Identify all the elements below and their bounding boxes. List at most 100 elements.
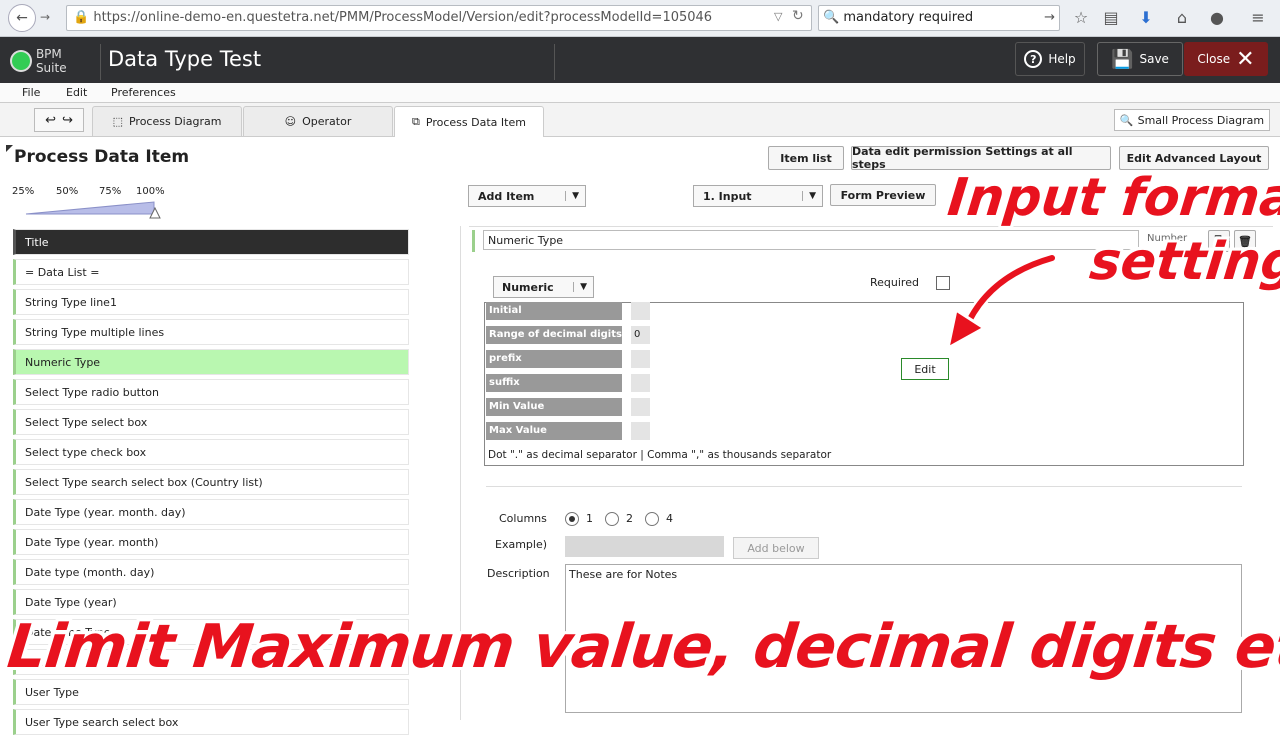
- menu-file[interactable]: File: [22, 86, 40, 99]
- clipboard-icon[interactable]: ▤: [1101, 8, 1121, 28]
- save-button[interactable]: 💾 Save: [1097, 42, 1183, 76]
- chevron-down-icon: ▼: [573, 282, 593, 292]
- column-radio-2[interactable]: [605, 512, 619, 526]
- reload-icon[interactable]: ↻: [792, 8, 804, 24]
- help-button[interactable]: ? Help: [1015, 42, 1085, 76]
- lock-icon: 🔒: [73, 10, 90, 25]
- format-row-value: [631, 398, 650, 416]
- hamburger-menu-icon[interactable]: ≡: [1248, 8, 1268, 28]
- list-item[interactable]: User Type search select box: [13, 709, 409, 735]
- format-row-label: Initial: [486, 302, 622, 320]
- chevron-down-icon: ▼: [565, 191, 585, 201]
- tab-process-diagram[interactable]: ⬚ Process Diagram: [92, 106, 242, 136]
- advanced-layout-button[interactable]: Edit Advanced Layout: [1119, 146, 1269, 170]
- item-list-button[interactable]: Item list: [768, 146, 844, 170]
- add-item-label: Add Item: [478, 189, 535, 203]
- example-field: [565, 536, 724, 557]
- home-icon[interactable]: ⌂: [1172, 8, 1192, 28]
- overlay-bottom-text: Limit Maximum value, decimal digits etc.: [4, 612, 1280, 682]
- overlay-text-2: setting: [1086, 232, 1280, 292]
- star-icon[interactable]: ☆: [1071, 8, 1091, 28]
- url-field[interactable]: 🔒 https://online-demo-en.questetra.net/P…: [66, 5, 812, 31]
- chat-icon[interactable]: ●: [1207, 8, 1227, 28]
- data-item-icon: ⧉: [412, 115, 420, 128]
- format-row-value: 0: [631, 326, 650, 344]
- search-input[interactable]: 🔍 mandatory required →: [818, 5, 1060, 31]
- format-row-value: [631, 350, 650, 368]
- menu-edit[interactable]: Edit: [66, 86, 87, 99]
- list-item[interactable]: String Type multiple lines: [13, 319, 409, 345]
- tab-process-data-item[interactable]: ⧉ Process Data Item: [394, 106, 544, 137]
- menubar: [0, 83, 1280, 103]
- edit-button[interactable]: Edit: [901, 358, 949, 380]
- dropdown-icon[interactable]: ▽: [774, 10, 782, 23]
- go-icon[interactable]: →: [1044, 6, 1055, 30]
- diagram-icon: ⬚: [112, 115, 123, 128]
- section-title: Process Data Item: [14, 147, 190, 167]
- small-diagram-button[interactable]: 🔍 Small Process Diagram: [1114, 109, 1270, 131]
- list-item[interactable]: Select type check box: [13, 439, 409, 465]
- list-item[interactable]: = Data List =: [13, 259, 409, 285]
- form-preview-button[interactable]: Form Preview: [830, 184, 936, 206]
- add-item-dropdown[interactable]: Add Item ▼: [468, 185, 586, 207]
- description-label: Description: [487, 567, 550, 580]
- zoom-75[interactable]: 75%: [99, 186, 121, 197]
- zoom-slider[interactable]: [24, 200, 164, 220]
- item-name-input[interactable]: Numeric Type: [483, 230, 1139, 250]
- zoom-50[interactable]: 50%: [56, 186, 78, 197]
- user-icon: ☺: [284, 115, 297, 128]
- list-item[interactable]: String Type line1: [13, 289, 409, 315]
- header-divider: [554, 44, 555, 80]
- help-icon: ?: [1024, 50, 1043, 68]
- corner-marker: [6, 145, 13, 152]
- column-option-4: 4: [666, 512, 673, 525]
- format-row-label: suffix: [486, 374, 622, 392]
- chevron-down-icon: ▼: [802, 191, 822, 201]
- data-type-dropdown[interactable]: Numeric ▼: [493, 276, 594, 298]
- add-below-button[interactable]: Add below: [733, 537, 819, 559]
- redo-icon[interactable]: ↪: [62, 113, 73, 128]
- undo-redo-group: ↩ ↪: [34, 108, 84, 132]
- column-radio-1[interactable]: [565, 512, 579, 526]
- zoom-25[interactable]: 25%: [12, 186, 34, 197]
- list-item[interactable]: Numeric Type: [13, 349, 409, 375]
- separator-note: Dot "." as decimal separator | Comma ","…: [488, 449, 832, 461]
- small-diagram-label: Small Process Diagram: [1137, 113, 1265, 127]
- list-item[interactable]: Title: [13, 229, 409, 255]
- undo-icon[interactable]: ↩: [45, 113, 56, 128]
- list-item[interactable]: User Type: [13, 679, 409, 705]
- search-value: mandatory required: [843, 10, 974, 25]
- search-icon: 🔍: [823, 10, 840, 25]
- format-row-label: Min Value: [486, 398, 622, 416]
- header-divider: [100, 44, 101, 80]
- menu-preferences[interactable]: Preferences: [111, 86, 176, 99]
- list-item[interactable]: Select Type search select box (Country l…: [13, 469, 409, 495]
- required-label: Required: [870, 276, 919, 289]
- overlay-text-1: Input format: [944, 168, 1280, 228]
- tab-label: Process Diagram: [128, 115, 222, 128]
- download-icon[interactable]: ⬇: [1136, 8, 1156, 28]
- app-title: Data Type Test: [108, 47, 262, 71]
- editor-accent: [472, 230, 475, 252]
- example-label: Example): [495, 538, 548, 551]
- step-dropdown[interactable]: 1. Input ▼: [693, 185, 823, 207]
- column-radio-4[interactable]: [645, 512, 659, 526]
- save-label: Save: [1139, 52, 1169, 66]
- tab-label: Process Data Item: [425, 115, 526, 129]
- arrow-icon: [945, 252, 1058, 351]
- help-label: Help: [1048, 52, 1076, 66]
- data-type-label: Numeric: [502, 280, 554, 294]
- list-item[interactable]: Date Type (year. month): [13, 529, 409, 555]
- list-item[interactable]: Date type (month. day): [13, 559, 409, 585]
- close-button[interactable]: Close ✕: [1184, 42, 1268, 76]
- permission-settings-button[interactable]: Data edit permission Settings at all ste…: [851, 145, 1111, 171]
- back-icon[interactable]: ←: [8, 4, 36, 32]
- list-item[interactable]: Date Type (year. month. day): [13, 499, 409, 525]
- tab-label: Operator: [302, 115, 352, 128]
- zoom-100[interactable]: 100%: [136, 186, 165, 197]
- format-row-label: Max Value: [486, 422, 622, 440]
- list-item[interactable]: Select Type radio button: [13, 379, 409, 405]
- forward-icon[interactable]: →: [40, 10, 50, 24]
- tab-operator[interactable]: ☺ Operator: [243, 106, 393, 136]
- list-item[interactable]: Select Type select box: [13, 409, 409, 435]
